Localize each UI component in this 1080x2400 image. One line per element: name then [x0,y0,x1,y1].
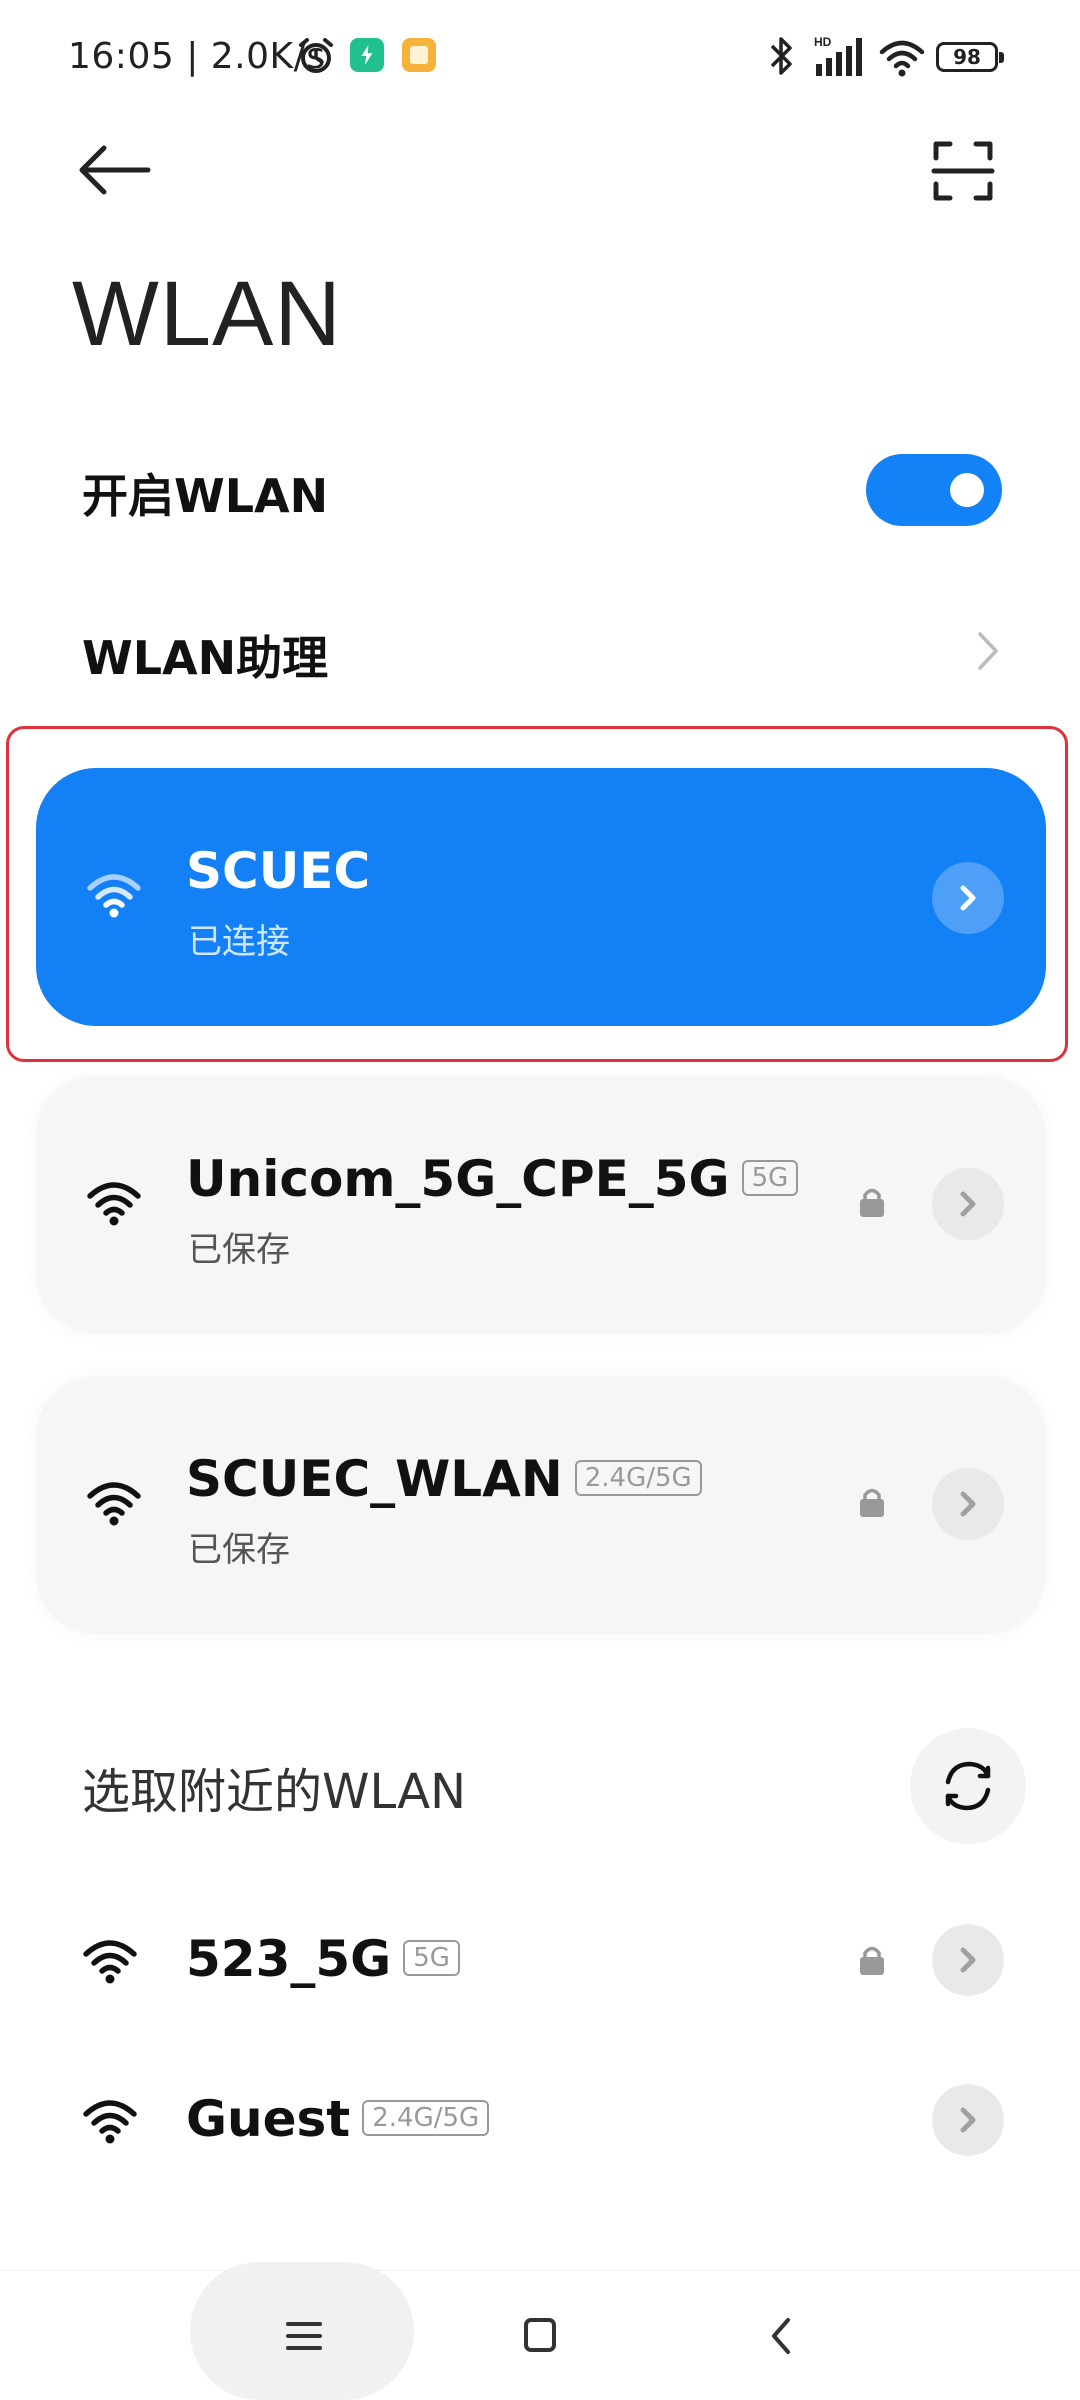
connected-network-card[interactable]: SCUEC 已连接 [36,768,1046,1026]
status-time: 16:05 | 2.0K/s [68,36,326,77]
wifi-signal-icon [83,1940,137,1984]
wlan-assistant-row[interactable]: WLAN助理 [0,600,1080,700]
saved-network-card[interactable]: Unicom_5G_CPE_5G 5G 已保存 [36,1076,1046,1334]
lock-icon [860,1946,884,1975]
battery-level: 98 [953,45,981,69]
home-icon[interactable] [510,2310,570,2362]
band-tag: 2.4G/5G [574,1460,702,1496]
chevron-right-icon [978,632,998,670]
app-notification-icon [402,38,436,72]
svg-text:HD: HD [814,35,832,49]
battery-indicator: 98 [936,42,1004,72]
network-name: Unicom_5G_CPE_5G 5G [186,1150,799,1208]
saved-network-card[interactable]: SCUEC_WLAN 2.4G/5G 已保存 [36,1376,1046,1634]
chevron-right-icon [960,1491,976,1517]
wifi-status-icon [879,40,925,77]
network-status: 已保存 [188,1230,290,1270]
network-name: Guest 2.4G/5G [186,2090,490,2148]
chevron-right-icon [960,1191,976,1217]
app-notification-icon [350,38,384,72]
network-details-button[interactable] [932,2084,1004,2156]
network-name: SCUEC_WLAN 2.4G/5G [186,1450,702,1508]
page-title: WLAN [72,263,342,365]
scan-qr-icon[interactable] [928,136,998,206]
lock-icon [860,1188,884,1217]
alarm-icon [299,38,333,73]
band-tag: 5G [403,1940,460,1976]
band-tag: 5G [741,1160,799,1196]
lock-icon [860,1488,884,1517]
network-name: SCUEC [186,842,371,900]
refresh-button[interactable] [910,1728,1026,1844]
status-bar: 16:05 | 2.0K/s HD 98 [0,0,1080,120]
band-tag: 2.4G/5G [362,2100,490,2136]
back-icon[interactable] [752,2310,812,2362]
toggle-knob [950,473,984,507]
network-name: 523_5G 5G [186,1930,460,1988]
cellular-signal-icon: HD [814,35,862,76]
network-details-button[interactable] [932,1924,1004,1996]
chevron-right-icon [960,1947,976,1973]
wlan-assistant-label: WLAN助理 [82,631,329,685]
wifi-signal-icon [87,1482,141,1526]
wifi-signal-icon [87,874,141,918]
nearby-section-title: 选取附近的WLAN [82,1764,467,1820]
wifi-signal-icon [87,1182,141,1226]
wifi-signal-icon [83,2100,137,2144]
network-status: 已保存 [188,1530,290,1570]
bluetooth-icon [770,37,792,75]
chevron-right-icon [960,2107,976,2133]
menu-icon[interactable] [274,2310,334,2362]
wlan-toggle[interactable] [866,454,1002,526]
network-details-button[interactable] [932,1168,1004,1240]
network-status: 已连接 [188,922,290,962]
network-details-button[interactable] [932,1468,1004,1540]
nearby-network-item[interactable]: 523_5G 5G [0,1890,1080,2030]
enable-wlan-label: 开启WLAN [82,469,329,523]
back-arrow-icon[interactable] [72,140,162,200]
chevron-right-icon [960,885,976,911]
nearby-network-item[interactable]: Guest 2.4G/5G [0,2050,1080,2190]
network-details-button[interactable] [932,862,1004,934]
refresh-icon [945,1761,991,1811]
